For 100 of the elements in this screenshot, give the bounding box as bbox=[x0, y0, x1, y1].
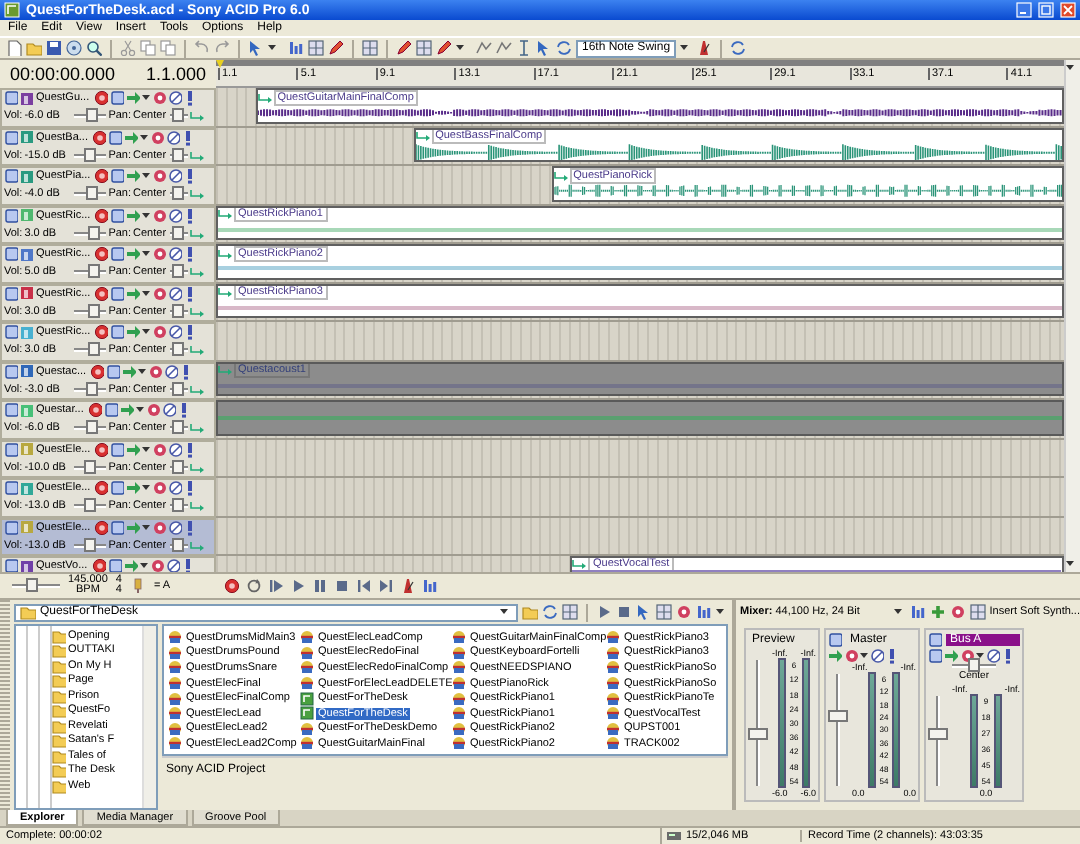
slider-thumb[interactable] bbox=[84, 459, 97, 474]
record-arm-icon[interactable] bbox=[94, 207, 109, 224]
record-arm-icon[interactable] bbox=[94, 168, 109, 185]
sync-icon[interactable] bbox=[730, 40, 747, 56]
maximize-icon[interactable] bbox=[1038, 2, 1054, 18]
record-arm-icon[interactable] bbox=[91, 558, 106, 572]
track-list-icon[interactable] bbox=[4, 246, 18, 263]
grid-icon[interactable] bbox=[362, 40, 378, 56]
arrow-icon[interactable] bbox=[944, 647, 958, 663]
track-list-icon[interactable] bbox=[4, 129, 18, 146]
loop-icon[interactable] bbox=[246, 578, 262, 594]
fx-icon[interactable] bbox=[152, 168, 167, 185]
slider-thumb[interactable] bbox=[172, 225, 185, 240]
cut-icon[interactable] bbox=[120, 40, 136, 56]
mute-icon[interactable] bbox=[165, 558, 180, 572]
record-arm-icon[interactable] bbox=[87, 402, 102, 419]
fx-icon[interactable] bbox=[152, 519, 167, 536]
meter-icon[interactable] bbox=[422, 578, 438, 594]
record-arm-icon[interactable] bbox=[94, 324, 109, 341]
fx-icon[interactable] bbox=[152, 324, 167, 341]
track-list-icon[interactable] bbox=[4, 441, 18, 458]
track-list-icon[interactable] bbox=[4, 324, 18, 341]
track-list-icon[interactable] bbox=[4, 285, 18, 302]
slider-thumb[interactable] bbox=[26, 578, 39, 592]
paste-icon[interactable] bbox=[160, 40, 176, 56]
slider-thumb[interactable] bbox=[85, 420, 98, 435]
grid-icon[interactable] bbox=[308, 40, 324, 56]
record-arm-icon[interactable] bbox=[94, 441, 109, 458]
solo-icon[interactable] bbox=[184, 480, 195, 497]
slider-thumb[interactable] bbox=[83, 537, 96, 552]
slider-thumb[interactable] bbox=[172, 498, 185, 513]
mute-icon[interactable] bbox=[168, 480, 183, 497]
fx-icon[interactable] bbox=[152, 480, 167, 497]
solo-icon[interactable] bbox=[180, 363, 191, 380]
slider-thumb[interactable] bbox=[172, 264, 185, 279]
sync-icon[interactable] bbox=[556, 40, 572, 56]
go-to-end-icon[interactable] bbox=[378, 578, 394, 594]
grid-icon[interactable] bbox=[416, 40, 432, 56]
solo-icon[interactable] bbox=[184, 246, 195, 263]
fx-icon[interactable] bbox=[152, 207, 167, 224]
pencil-icon[interactable] bbox=[436, 40, 452, 56]
solo-icon[interactable] bbox=[184, 519, 195, 536]
mute-icon[interactable] bbox=[870, 647, 884, 663]
record-arm-icon[interactable] bbox=[94, 519, 109, 536]
track-list-icon[interactable] bbox=[4, 207, 18, 224]
track-list-icon[interactable] bbox=[4, 480, 18, 497]
metronome-icon[interactable] bbox=[400, 578, 416, 594]
fx-icon[interactable] bbox=[151, 90, 166, 107]
mute-icon[interactable] bbox=[161, 402, 176, 419]
refresh-icon[interactable] bbox=[542, 604, 558, 620]
mute-icon[interactable] bbox=[168, 519, 183, 536]
fx-icon[interactable] bbox=[844, 647, 858, 663]
metronome-icon[interactable] bbox=[696, 40, 713, 56]
caret-icon[interactable] bbox=[976, 647, 984, 663]
play-icon[interactable] bbox=[596, 604, 612, 620]
save-icon[interactable] bbox=[46, 40, 62, 56]
slider-thumb[interactable] bbox=[83, 498, 96, 513]
disc-icon[interactable] bbox=[66, 40, 82, 56]
solo-icon[interactable] bbox=[184, 441, 195, 458]
fx-icon[interactable] bbox=[149, 558, 164, 572]
track-list-icon[interactable] bbox=[4, 90, 18, 107]
record-button-icon[interactable] bbox=[224, 578, 240, 594]
pointer-icon[interactable] bbox=[248, 40, 264, 56]
record-arm-icon[interactable] bbox=[90, 363, 105, 380]
record-arm-icon[interactable] bbox=[92, 129, 106, 146]
fx-icon[interactable] bbox=[152, 285, 167, 302]
meter-icon[interactable] bbox=[909, 604, 926, 620]
undo-icon[interactable] bbox=[194, 40, 210, 56]
search-icon[interactable] bbox=[86, 40, 102, 56]
slider-thumb[interactable] bbox=[172, 420, 185, 435]
play-icon[interactable] bbox=[290, 578, 306, 594]
slider-thumb[interactable] bbox=[88, 342, 101, 357]
solo-icon[interactable] bbox=[184, 324, 195, 341]
fader-thumb[interactable] bbox=[928, 727, 948, 740]
meter-icon[interactable] bbox=[288, 40, 304, 56]
cursor-icon[interactable] bbox=[516, 40, 532, 56]
solo-icon[interactable] bbox=[184, 207, 195, 224]
go-to-start-icon[interactable] bbox=[356, 578, 372, 594]
caret-icon[interactable] bbox=[139, 558, 148, 572]
track-list-icon[interactable] bbox=[4, 402, 18, 419]
pencil-icon[interactable] bbox=[396, 40, 412, 56]
slider-thumb[interactable] bbox=[88, 303, 101, 318]
solo-icon[interactable] bbox=[1002, 647, 1014, 663]
fx-icon[interactable] bbox=[949, 604, 966, 620]
strip-icon[interactable] bbox=[828, 632, 842, 648]
arrow-icon[interactable] bbox=[828, 647, 842, 663]
mute-icon[interactable] bbox=[168, 246, 183, 263]
solo-icon[interactable] bbox=[181, 558, 192, 572]
fx-icon[interactable] bbox=[145, 402, 160, 419]
slider-thumb[interactable] bbox=[85, 108, 98, 123]
record-arm-icon[interactable] bbox=[93, 90, 108, 107]
record-arm-icon[interactable] bbox=[94, 285, 109, 302]
track-list-icon[interactable] bbox=[4, 168, 18, 185]
mute-icon[interactable] bbox=[168, 285, 183, 302]
play-from-start-icon[interactable] bbox=[268, 578, 284, 594]
solo-icon[interactable] bbox=[183, 90, 194, 107]
mute-icon[interactable] bbox=[167, 90, 182, 107]
mute-icon[interactable] bbox=[986, 647, 1000, 663]
slider-thumb[interactable] bbox=[88, 264, 101, 279]
fx-icon[interactable] bbox=[150, 129, 164, 146]
